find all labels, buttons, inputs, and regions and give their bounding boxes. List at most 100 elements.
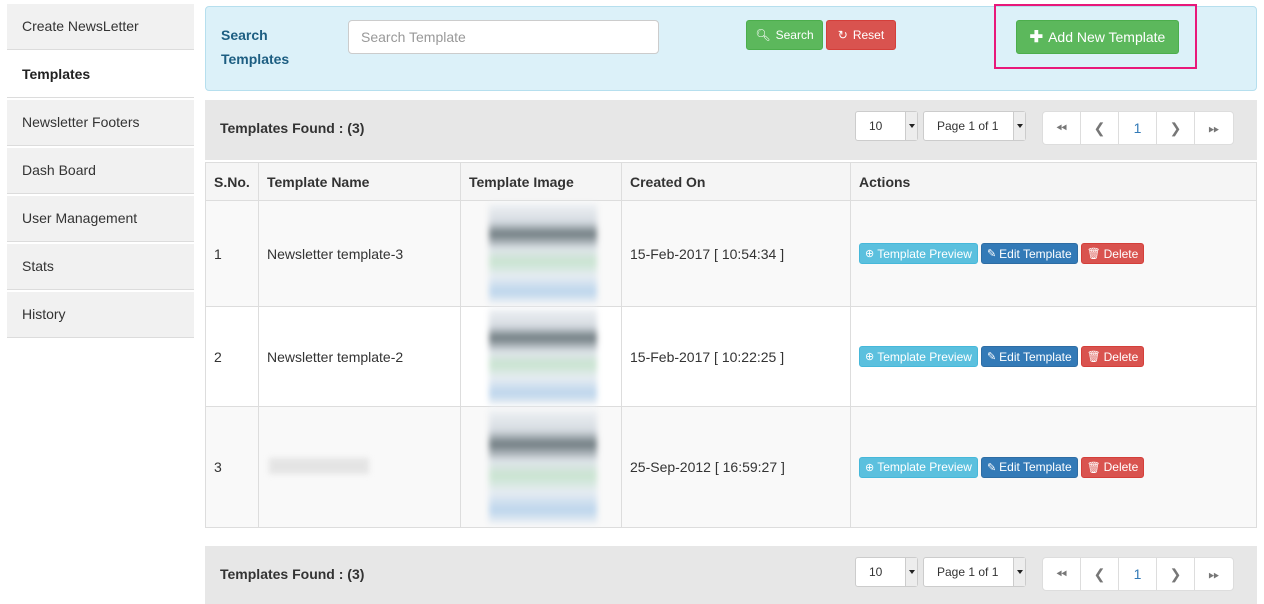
template-preview-button[interactable]: ⊕ Template Preview	[859, 243, 978, 264]
col-template-name: Template Name	[258, 162, 461, 201]
col-created-on: Created On	[621, 162, 851, 201]
zoom-in-icon: ⊕	[865, 461, 875, 474]
row-template-name	[258, 406, 461, 528]
row-actions: ⊕ Template Preview ✎ Edit Template 🗑︎ Delete	[850, 406, 1257, 528]
search-button[interactable]: 🔍︎ Search	[746, 20, 823, 50]
search-input[interactable]	[348, 20, 659, 54]
chevron-down-icon	[905, 112, 917, 140]
edit-template-label: Edit Template	[999, 460, 1072, 474]
edit-icon: ✎	[986, 461, 997, 474]
sidebar-item-user-management[interactable]: User Management	[7, 196, 194, 242]
sidebar-item-stats[interactable]: Stats	[7, 244, 194, 290]
edit-template-button[interactable]: ✎ Edit Template	[980, 346, 1078, 367]
results-toolbar-top: Templates Found : (3) 10 Page 1 of 1 ⏪︎ …	[205, 100, 1257, 160]
page-select[interactable]: Page 1 of 1	[923, 557, 1026, 587]
page-size-select[interactable]: 10	[855, 557, 918, 587]
page-size-value: 10	[869, 119, 883, 133]
row-created-on: 15-Feb-2017 [ 10:54:34 ]	[621, 200, 851, 307]
search-panel: Search Templates 🔍︎ Search ↻ Reset ✚ Add…	[205, 4, 1257, 91]
first-page-icon[interactable]: ⏪︎	[1043, 112, 1081, 144]
page-number-button[interactable]: 1	[1119, 112, 1157, 144]
next-page-icon[interactable]: ❯	[1157, 112, 1195, 144]
chevron-down-icon	[905, 558, 917, 586]
sidebar: Create NewsLetter Templates Newsletter F…	[7, 4, 194, 340]
row-template-image	[460, 200, 622, 307]
pagination: ⏪︎ ❮ 1 ❯ ⏩︎	[1042, 111, 1234, 145]
search-button-label: Search	[775, 28, 814, 42]
edit-template-button[interactable]: ✎ Edit Template	[980, 456, 1078, 478]
template-preview-label: Template Preview	[877, 246, 972, 261]
last-page-icon[interactable]: ⏩︎	[1195, 112, 1233, 144]
trash-icon: 🗑︎	[1086, 351, 1101, 363]
trash-icon: 🗑︎	[1086, 461, 1101, 474]
prev-page-icon[interactable]: ❮	[1081, 112, 1119, 144]
chevron-down-icon	[1013, 112, 1025, 140]
last-page-icon[interactable]: ⏩︎	[1195, 558, 1233, 590]
prev-page-icon[interactable]: ❮	[1081, 558, 1119, 590]
sidebar-item-templates[interactable]: Templates	[7, 52, 194, 98]
next-page-icon[interactable]: ❯	[1157, 558, 1195, 590]
row-actions: ⊕ Template Preview ✎ Edit Template 🗑︎ Delete	[850, 306, 1257, 407]
table-header-row: S.No. Template Name Template Image Creat…	[205, 162, 1257, 201]
template-thumbnail[interactable]	[489, 410, 597, 524]
search-icon: 🔍︎	[755, 28, 771, 42]
delete-button[interactable]: 🗑︎ Delete	[1080, 346, 1145, 367]
edit-template-label: Edit Template	[999, 349, 1072, 364]
template-preview-label: Template Preview	[877, 349, 972, 364]
page-size-select[interactable]: 10	[855, 111, 918, 141]
delete-label: Delete	[1103, 460, 1139, 474]
delete-button[interactable]: 🗑︎ Delete	[1080, 456, 1145, 478]
templates-found-count: Templates Found : (3)	[220, 120, 365, 136]
page-number-button[interactable]: 1	[1119, 558, 1157, 590]
edit-template-label: Edit Template	[999, 246, 1072, 261]
page-select-value: Page 1 of 1	[937, 565, 999, 579]
plus-icon: ✚	[1029, 29, 1044, 46]
row-template-name: Newsletter template-2	[258, 306, 461, 407]
template-thumbnail[interactable]	[489, 203, 597, 304]
blurred-template-name	[269, 457, 369, 474]
pagination: ⏪︎ ❮ 1 ❯ ⏩︎	[1042, 557, 1234, 591]
table-row: 2 Newsletter template-2 15-Feb-2017 [ 10…	[205, 306, 1257, 407]
sidebar-item-history[interactable]: History	[7, 292, 194, 338]
zoom-in-icon: ⊕	[865, 351, 875, 363]
col-sno: S.No.	[205, 162, 259, 201]
add-new-template-button[interactable]: ✚ Add New Template	[1016, 20, 1179, 54]
col-actions: Actions	[850, 162, 1257, 201]
add-new-template-label: Add New Template	[1048, 29, 1166, 45]
sidebar-item-newsletter-footers[interactable]: Newsletter Footers	[7, 100, 194, 146]
templates-found-count: Templates Found : (3)	[220, 566, 365, 582]
page-size-value: 10	[869, 565, 883, 579]
templates-table: S.No. Template Name Template Image Creat…	[205, 162, 1257, 528]
refresh-icon: ↻	[837, 28, 848, 42]
results-toolbar-bottom: Templates Found : (3) 10 Page 1 of 1 ⏪︎ …	[205, 546, 1257, 604]
row-sno: 3	[205, 406, 259, 528]
table-row: 1 Newsletter template-3 15-Feb-2017 [ 10…	[205, 200, 1257, 307]
edit-icon: ✎	[986, 248, 997, 260]
row-created-on: 15-Feb-2017 [ 10:22:25 ]	[621, 306, 851, 407]
reset-button-label: Reset	[852, 28, 885, 42]
table-row: 3 25-Sep-2012 [ 16:59:27 ] ⊕ Template Pre…	[205, 406, 1257, 528]
sidebar-item-create-newsletter[interactable]: Create NewsLetter	[7, 4, 194, 50]
page-select-value: Page 1 of 1	[937, 119, 999, 133]
delete-button[interactable]: 🗑︎ Delete	[1080, 243, 1145, 264]
template-preview-label: Template Preview	[877, 460, 972, 474]
row-sno: 1	[205, 200, 259, 307]
edit-icon: ✎	[986, 351, 997, 363]
delete-label: Delete	[1103, 349, 1139, 364]
reset-button[interactable]: ↻ Reset	[826, 20, 896, 50]
page-select[interactable]: Page 1 of 1	[923, 111, 1026, 141]
search-label: Search Templates	[221, 27, 290, 67]
delete-label: Delete	[1103, 246, 1139, 261]
trash-icon: 🗑︎	[1086, 248, 1101, 260]
row-sno: 2	[205, 306, 259, 407]
row-template-name: Newsletter template-3	[258, 200, 461, 307]
zoom-in-icon: ⊕	[865, 248, 875, 260]
row-actions: ⊕ Template Preview ✎ Edit Template 🗑︎ Delete	[850, 200, 1257, 307]
template-preview-button[interactable]: ⊕ Template Preview	[859, 346, 978, 367]
first-page-icon[interactable]: ⏪︎	[1043, 558, 1081, 590]
sidebar-item-dash-board[interactable]: Dash Board	[7, 148, 194, 194]
template-preview-button[interactable]: ⊕ Template Preview	[859, 456, 978, 478]
col-template-image: Template Image	[460, 162, 622, 201]
edit-template-button[interactable]: ✎ Edit Template	[980, 243, 1078, 264]
template-thumbnail[interactable]	[489, 308, 597, 405]
